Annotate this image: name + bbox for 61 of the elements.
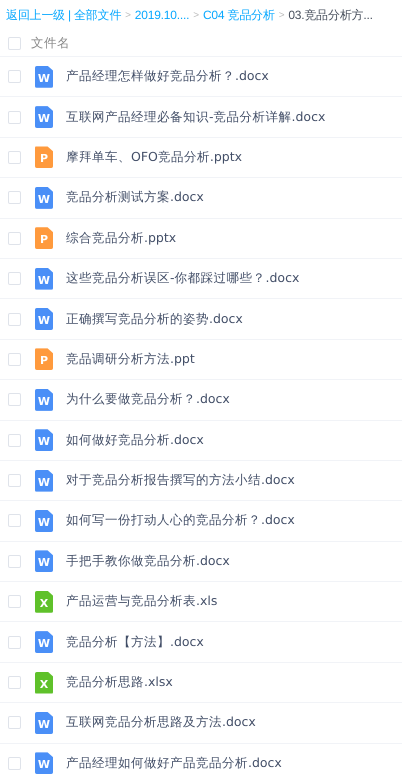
- file-type-icon: W: [35, 268, 53, 290]
- checkbox[interactable]: [8, 70, 21, 84]
- file-type-icon: W: [35, 66, 53, 88]
- file-name[interactable]: 手把手教你做竞品分析.docx: [66, 552, 230, 570]
- checkbox[interactable]: [8, 191, 21, 204]
- file-type-icon: P: [35, 146, 53, 168]
- checkbox[interactable]: [8, 595, 21, 608]
- file-name[interactable]: 竞品调研分析方法.ppt: [66, 350, 195, 368]
- file-type-icon: X: [35, 590, 53, 613]
- breadcrumb-divider: |: [68, 8, 71, 22]
- file-name[interactable]: 竞品分析测试方案.docx: [66, 189, 204, 206]
- checkbox[interactable]: [8, 150, 21, 164]
- checkbox[interactable]: [8, 232, 21, 245]
- file-type-icon: X: [35, 672, 53, 694]
- checkbox[interactable]: [8, 272, 21, 286]
- file-type-icon: W: [35, 752, 53, 774]
- file-type-icon: W: [35, 631, 53, 654]
- checkbox[interactable]: [8, 36, 21, 50]
- file-type-icon: P: [35, 227, 53, 250]
- checkbox[interactable]: [8, 393, 21, 406]
- file-name[interactable]: 摩拜单车、OFO竞品分析.pptx: [66, 148, 242, 166]
- checkbox[interactable]: [8, 636, 21, 649]
- file-name[interactable]: 竞品分析【方法】.docx: [66, 634, 204, 651]
- file-name[interactable]: 产品经理如何做好产品竞品分析.docx: [66, 754, 282, 772]
- file-type-icon: W: [35, 550, 53, 572]
- file-type-icon: W: [35, 470, 53, 492]
- file-name[interactable]: 如何写一份打动人心的竞品分析？.docx: [66, 512, 295, 530]
- checkbox[interactable]: [8, 554, 21, 568]
- checkbox[interactable]: [8, 716, 21, 730]
- checkbox[interactable]: [8, 474, 21, 488]
- file-type-icon: W: [35, 712, 53, 734]
- file-type-icon: W: [35, 106, 53, 128]
- file-type-icon: W: [35, 510, 53, 532]
- file-name[interactable]: 竞品分析思路.xlsx: [66, 674, 173, 692]
- file-name[interactable]: 为什么要做竞品分析？.docx: [66, 391, 230, 408]
- file-name[interactable]: 互联网产品经理必备知识-竞品分析详解.docx: [66, 108, 326, 126]
- file-name[interactable]: 综合竞品分析.pptx: [66, 230, 176, 247]
- breadcrumb-separator: >: [193, 10, 199, 20]
- breadcrumb-separator: >: [278, 10, 284, 20]
- file-name[interactable]: 正确撰写竞品分析的姿势.docx: [66, 310, 243, 328]
- checkbox[interactable]: [8, 756, 21, 770]
- file-name[interactable]: 互联网竞品分析思路及方法.docx: [66, 714, 256, 732]
- checkbox[interactable]: [8, 676, 21, 690]
- checkbox[interactable]: [8, 352, 21, 366]
- file-name[interactable]: 如何做好竞品分析.docx: [66, 432, 204, 449]
- file-name[interactable]: 对于竞品分析报告撰写的方法小结.docx: [66, 472, 295, 490]
- checkbox[interactable]: [8, 434, 21, 447]
- checkbox[interactable]: [8, 514, 21, 528]
- breadcrumb-separator: >: [125, 10, 131, 20]
- file-type-icon: W: [35, 388, 53, 411]
- checkbox[interactable]: [8, 312, 21, 326]
- file-type-icon: P: [35, 348, 53, 370]
- file-name[interactable]: 这些竞品分析误区-你都踩过哪些？.docx: [66, 270, 300, 288]
- file-type-icon: W: [35, 186, 53, 209]
- checkbox[interactable]: [8, 110, 21, 124]
- column-header: 文件名: [31, 34, 70, 52]
- breadcrumb-current: 03.竞品分析方...: [288, 6, 373, 24]
- file-name[interactable]: 产品运营与竞品分析表.xls: [66, 593, 218, 610]
- file-type-icon: W: [35, 308, 53, 330]
- file-name[interactable]: 产品经理怎样做好竞品分析？.docx: [66, 68, 269, 86]
- file-type-icon: W: [35, 429, 53, 452]
